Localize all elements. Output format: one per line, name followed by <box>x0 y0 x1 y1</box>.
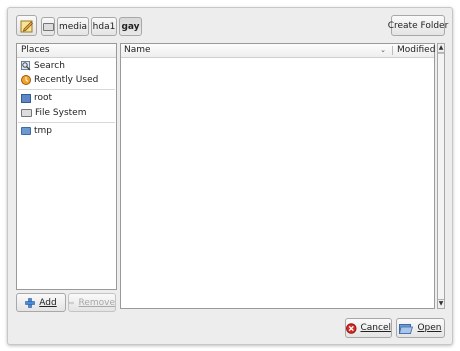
edit-location-icon <box>20 20 33 32</box>
cancel-button[interactable]: Cancel <box>345 318 392 338</box>
open-folder-icon <box>399 323 414 334</box>
path-button-hda1[interactable]: hda1 <box>91 17 117 36</box>
path-root-drive-button[interactable] <box>41 17 55 36</box>
places-header[interactable]: Places <box>17 44 116 58</box>
file-list-panel: Name ⌄ Modified <box>120 43 435 309</box>
places-item-recently-used[interactable]: Recently Used <box>21 73 114 87</box>
places-item-search[interactable]: Search <box>21 59 114 73</box>
column-divider <box>392 46 393 55</box>
minus-icon <box>69 301 75 304</box>
sort-arrow-icon: ⌄ <box>380 46 386 54</box>
places-separator <box>18 89 115 90</box>
places-item-file-system[interactable]: File System <box>21 106 114 120</box>
scroll-thumb[interactable] <box>438 53 444 301</box>
file-list-header: Name ⌄ Modified <box>121 44 437 58</box>
add-bookmark-button[interactable]: Add <box>16 293 66 312</box>
remove-bookmark-button[interactable]: Remove <box>68 293 116 312</box>
recent-icon <box>21 75 31 85</box>
column-header-name[interactable]: Name ⌄ <box>121 44 392 57</box>
places-item-root[interactable]: root <box>21 91 114 105</box>
search-icon <box>21 61 31 71</box>
path-button-media[interactable]: media <box>57 17 89 36</box>
places-item-tmp[interactable]: tmp <box>21 124 114 138</box>
column-header-modified[interactable]: Modified <box>394 44 437 57</box>
type-location-button[interactable] <box>16 15 37 36</box>
create-folder-button[interactable]: Create Folder <box>388 15 448 36</box>
path-button-current[interactable]: gay <box>119 17 142 36</box>
open-button[interactable]: Open <box>396 318 445 338</box>
scroll-up-arrow[interactable]: ▲ <box>438 44 444 53</box>
folder-icon <box>21 127 31 135</box>
drive-icon <box>42 22 54 31</box>
drive-icon <box>21 109 32 117</box>
file-list-area[interactable] <box>121 58 434 308</box>
scroll-down-arrow[interactable]: ▼ <box>438 299 444 308</box>
places-separator <box>18 122 115 123</box>
vertical-scrollbar[interactable]: ▲ ▼ <box>437 43 445 309</box>
places-panel: Places Search Recently Used root File Sy… <box>16 43 117 290</box>
plus-icon <box>25 297 36 308</box>
file-chooser-dialog: media hda1 gay Create Folder Places Sear… <box>7 7 453 345</box>
home-folder-icon <box>21 93 31 103</box>
cancel-icon <box>346 322 357 334</box>
